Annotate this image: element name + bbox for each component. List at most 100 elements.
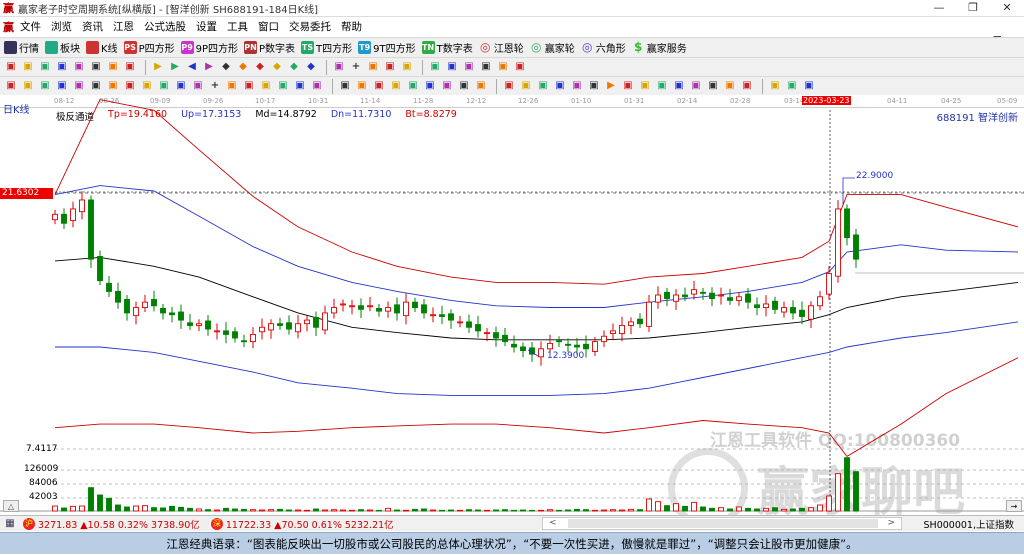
grid2-icon[interactable]: ▣ bbox=[768, 79, 782, 93]
calculator-icon[interactable]: ▣ bbox=[445, 60, 459, 74]
table-icon[interactable]: ▣ bbox=[440, 79, 454, 93]
indicator2-icon[interactable]: ▣ bbox=[72, 60, 86, 74]
box-icon[interactable]: ▣ bbox=[225, 79, 239, 93]
angle8-icon[interactable]: ▣ bbox=[740, 79, 754, 93]
globe-icon[interactable]: ▣ bbox=[400, 60, 414, 74]
indicator-icon[interactable]: ▣ bbox=[55, 60, 69, 74]
diamond-lr-icon[interactable]: ◆ bbox=[253, 60, 267, 74]
taiji-icon[interactable]: ▣ bbox=[785, 79, 799, 93]
box-line-icon[interactable]: ▣ bbox=[621, 79, 635, 93]
toolbar-winner-wheel-button[interactable]: ◎ 赢家轮 bbox=[530, 40, 575, 56]
horizontal-scrollbar[interactable]: < > bbox=[542, 517, 902, 530]
toolbar-gann-wheel-button[interactable]: ◎ 江恩轮 bbox=[479, 40, 524, 56]
gift-icon[interactable]: ▣ bbox=[383, 60, 397, 74]
toolbar-quote-table-button[interactable]: 行情 bbox=[4, 40, 39, 55]
report-icon[interactable]: ▣ bbox=[462, 60, 476, 74]
speed-icon[interactable]: ▣ bbox=[242, 79, 256, 93]
kline-chart[interactable] bbox=[0, 96, 1024, 514]
red-lines2-icon[interactable]: ▣ bbox=[276, 79, 290, 93]
toolbar-p-number-table-button[interactable]: PN P数字表 bbox=[244, 40, 295, 55]
square-n-icon[interactable]: ▣ bbox=[157, 79, 171, 93]
scroll-right-button[interactable]: > bbox=[887, 518, 895, 529]
candle-dropdown-icon[interactable]: ▣ bbox=[89, 60, 103, 74]
toolbar-t-number-table-button[interactable]: TN T数字表 bbox=[421, 40, 473, 55]
angle6-icon[interactable]: ▣ bbox=[706, 79, 720, 93]
ray-icon[interactable]: ▣ bbox=[355, 79, 369, 93]
toolbar-dollar-button[interactable]: $ 赢家服务 bbox=[632, 40, 687, 56]
collapse-panel-button[interactable]: △ bbox=[3, 500, 19, 512]
toolbar-hexagon-button[interactable]: ◎ 六角形 bbox=[581, 40, 626, 56]
sh-index-quote[interactable]: 沪 3271.83 ▲10.58 0.32% 3738.90亿 bbox=[20, 517, 200, 531]
menu-file[interactable]: 文件 bbox=[20, 19, 41, 34]
first-bar-icon[interactable]: ▶ bbox=[151, 60, 165, 74]
cross-icon[interactable]: + bbox=[208, 79, 222, 93]
infinity-icon[interactable]: ▣ bbox=[802, 79, 816, 93]
gold-line3-icon[interactable]: ▣ bbox=[587, 79, 601, 93]
right-arrow-icon[interactable]: ▶ bbox=[202, 60, 216, 74]
angle3-icon[interactable]: ▣ bbox=[655, 79, 669, 93]
toolbar-9p-square-button[interactable]: P9 9P四方形 bbox=[180, 40, 238, 55]
grid-icon[interactable]: ▣ bbox=[293, 79, 307, 93]
printer-icon[interactable]: ▣ bbox=[513, 60, 527, 74]
diamond-icon[interactable]: ◆ bbox=[219, 60, 233, 74]
crosshair-icon[interactable]: + bbox=[349, 60, 363, 74]
channel-icon[interactable]: ▣ bbox=[310, 79, 324, 93]
color-box-icon[interactable]: ▣ bbox=[372, 79, 386, 93]
angle-icon[interactable]: ▣ bbox=[174, 79, 188, 93]
diamond-up-icon[interactable]: ◆ bbox=[236, 60, 250, 74]
lines-icon[interactable]: ▣ bbox=[140, 79, 154, 93]
expand-panel-button[interactable]: → bbox=[1006, 500, 1022, 512]
angle4-icon[interactable]: ▣ bbox=[672, 79, 686, 93]
toolbar-t-square-button[interactable]: TS T四方形 bbox=[301, 40, 352, 55]
menu-news[interactable]: 资讯 bbox=[82, 19, 103, 34]
cycle-icon[interactable]: ▣ bbox=[106, 79, 120, 93]
ruler-icon[interactable]: ▣ bbox=[502, 79, 516, 93]
color-box2-icon[interactable]: ▣ bbox=[389, 79, 403, 93]
restore-button[interactable]: ❐ bbox=[956, 0, 990, 17]
calendar-icon[interactable]: ▣ bbox=[428, 60, 442, 74]
parallel-icon[interactable]: ▣ bbox=[21, 79, 35, 93]
pct-line-icon[interactable]: ▣ bbox=[553, 79, 567, 93]
toolbar-9t-square-button[interactable]: T9 9T四方形 bbox=[358, 40, 416, 55]
minimize-button[interactable]: — bbox=[922, 0, 956, 17]
gold-box-icon[interactable]: ▣ bbox=[638, 79, 652, 93]
chart-style-icon[interactable]: ▣ bbox=[21, 60, 35, 74]
scroll-left-button[interactable]: < bbox=[549, 518, 557, 529]
sz-index-quote[interactable]: 深 11722.33 ▲70.50 0.61% 5232.21亿 bbox=[208, 517, 394, 531]
diamond-all-icon[interactable]: ◆ bbox=[304, 60, 318, 74]
trend-icon[interactable]: ▣ bbox=[366, 60, 380, 74]
gold-line2-icon[interactable]: ▣ bbox=[55, 79, 69, 93]
day-period-dropdown-icon[interactable]: ▣ bbox=[4, 60, 18, 74]
menu-trade[interactable]: 交易委托 bbox=[289, 19, 331, 34]
gold-circle-icon[interactable]: ▣ bbox=[570, 79, 584, 93]
diamond-shrink-icon[interactable]: ◆ bbox=[287, 60, 301, 74]
doc-icon[interactable]: ▣ bbox=[38, 60, 52, 74]
index-selector[interactable]: SH000001,上证指数 bbox=[924, 517, 1014, 531]
diamond-expand-icon[interactable]: ◆ bbox=[270, 60, 284, 74]
rehab-icon[interactable]: ▣ bbox=[106, 60, 120, 74]
angle7-icon[interactable]: ▣ bbox=[723, 79, 737, 93]
menu-window[interactable]: 窗口 bbox=[258, 19, 279, 34]
toolbar-kline-button[interactable]: K线 bbox=[86, 40, 118, 55]
scrollbar-thumb[interactable] bbox=[568, 519, 878, 528]
table2-icon[interactable]: ▣ bbox=[457, 79, 471, 93]
angle2-icon[interactable]: ▣ bbox=[406, 79, 420, 93]
last-bar-icon[interactable]: ▶ bbox=[168, 60, 182, 74]
red-lines-icon[interactable]: ▣ bbox=[259, 79, 273, 93]
menu-help[interactable]: 帮助 bbox=[341, 19, 362, 34]
grid-icon[interactable]: ▦ bbox=[3, 517, 17, 531]
toolbar-sector-button[interactable]: 板块 bbox=[45, 40, 80, 55]
color-icon[interactable]: ▣ bbox=[123, 60, 137, 74]
close-button[interactable]: ✕ bbox=[990, 0, 1024, 17]
fan-icon[interactable]: ▣ bbox=[89, 79, 103, 93]
menu-formula[interactable]: 公式选股 bbox=[144, 19, 186, 34]
left-arrow-icon[interactable]: ◀ bbox=[185, 60, 199, 74]
rect-icon[interactable]: ▣ bbox=[338, 79, 352, 93]
circle-icon[interactable]: ▣ bbox=[123, 79, 137, 93]
pen-icon[interactable]: ▣ bbox=[4, 79, 18, 93]
fib-icon[interactable]: ▣ bbox=[72, 79, 86, 93]
arrow-up-icon[interactable]: ▶ bbox=[604, 79, 618, 93]
gold-line-icon[interactable]: ▣ bbox=[38, 79, 52, 93]
percent-icon[interactable]: ▣ bbox=[536, 79, 550, 93]
save-icon[interactable]: ▣ bbox=[479, 60, 493, 74]
